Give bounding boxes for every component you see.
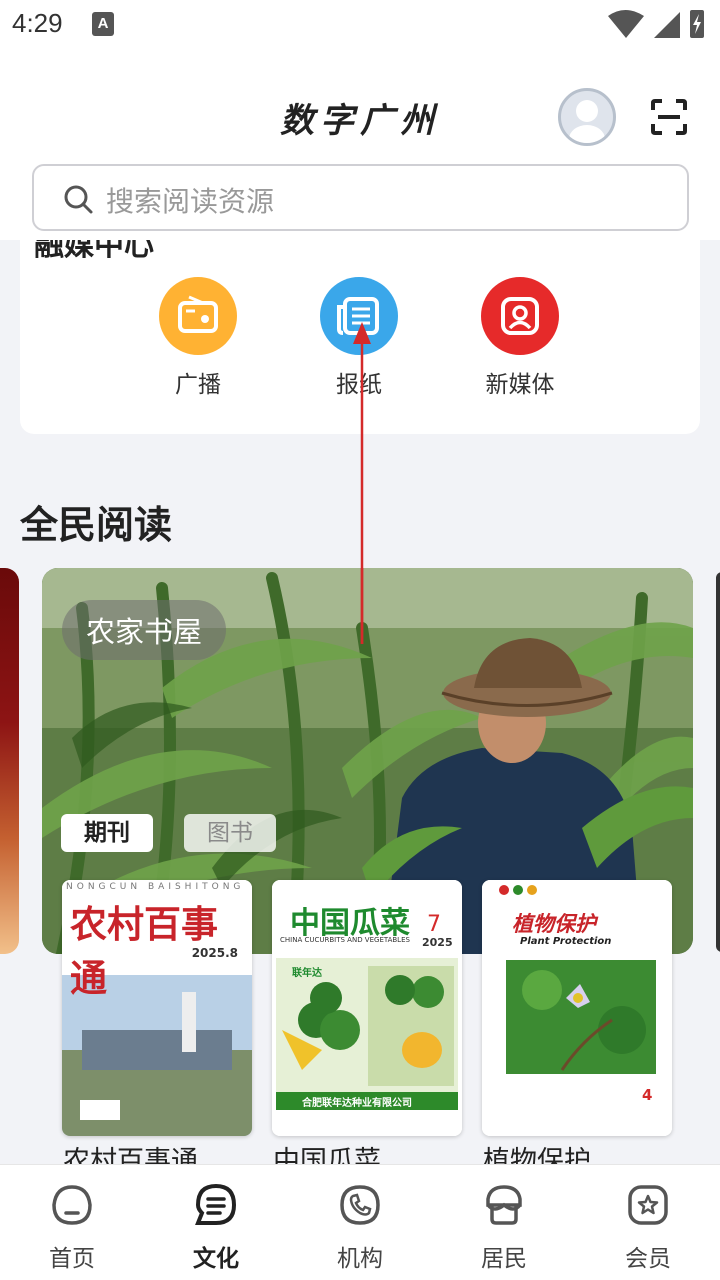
book-cover-issue: 2025.8 — [191, 946, 238, 960]
home-icon — [52, 1185, 92, 1225]
book-cover-issue: 7 — [427, 912, 441, 937]
bottom-nav: 首页 文化 机构 居民 会员 — [0, 1164, 720, 1280]
nav-item-home[interactable]: 首页 — [0, 1165, 144, 1280]
avatar[interactable] — [558, 88, 616, 146]
media-item-label: 广播 — [175, 372, 221, 398]
section-title: 全民阅读 — [20, 503, 173, 547]
radio-icon — [159, 277, 237, 355]
nav-label: 居民 — [481, 1246, 527, 1272]
banner-label: 农家书屋 — [62, 600, 227, 660]
signal-icon — [654, 12, 680, 38]
resident-icon — [486, 1185, 522, 1225]
annotation-arrow — [353, 322, 371, 644]
member-icon — [628, 1185, 668, 1225]
previous-carousel-card[interactable] — [0, 568, 19, 954]
book-cover[interactable]: NONGCUN BAISHITONG 农村百事通 2025.8 — [62, 880, 252, 1136]
status-icons — [608, 10, 704, 38]
nav-label: 会员 — [625, 1246, 671, 1272]
nav-label: 文化 — [193, 1246, 239, 1272]
book-cover-year: 2025 — [422, 936, 453, 949]
phone-icon — [340, 1185, 380, 1225]
nav-item-resident[interactable]: 居民 — [432, 1165, 576, 1280]
tab-books[interactable]: 图书 — [184, 814, 276, 852]
book-cover-issue: 4 — [642, 1086, 653, 1104]
nav-item-culture[interactable]: 文化 — [144, 1165, 288, 1280]
nav-item-institution[interactable]: 机构 — [288, 1165, 432, 1280]
nav-item-member[interactable]: 会员 — [576, 1165, 720, 1280]
status-time: 4:29 — [12, 8, 63, 38]
book-cover-subtitle: CHINA CUCURBITS AND VEGETABLES — [280, 936, 410, 944]
nav-label: 首页 — [49, 1246, 95, 1272]
book-cover-publisher: 合肥联年达种业有限公司 — [302, 1098, 412, 1109]
media-item-new-media[interactable]: 新媒体 — [460, 277, 580, 399]
book-cover-brand: 联年达 — [292, 968, 322, 979]
nav-label: 机构 — [337, 1246, 383, 1272]
wifi-icon — [608, 10, 644, 38]
media-item-radio[interactable]: 广播 — [138, 277, 258, 399]
culture-icon — [195, 1183, 237, 1225]
book-cover-subtitle: NONGCUN BAISHITONG — [66, 882, 245, 892]
user-icon — [569, 100, 605, 143]
tab-periodicals[interactable]: 期刊 — [61, 814, 153, 852]
status-bar: 4:29 A — [0, 0, 720, 48]
media-card-title: 融媒中心 — [34, 240, 154, 263]
notification-icon: A — [92, 12, 114, 36]
book-cover-title: 植物保护 — [512, 911, 596, 936]
scan-icon[interactable] — [650, 98, 688, 136]
book-cover-subtitle: Plant Protection — [520, 936, 612, 947]
search-input[interactable]: 搜索阅读资源 — [32, 164, 689, 231]
new-media-icon — [481, 277, 559, 355]
media-item-label: 新媒体 — [485, 372, 555, 398]
book-cover[interactable]: 中国瓜菜 CHINA CUCURBITS AND VEGETABLES 7 20… — [272, 880, 462, 1136]
search-placeholder: 搜索阅读资源 — [106, 185, 275, 218]
next-carousel-card[interactable] — [716, 572, 720, 952]
header: 数字广州 搜索阅读资源 — [0, 48, 720, 240]
search-icon — [64, 185, 93, 214]
book-cover[interactable]: 植物保护 Plant Protection 4 — [482, 880, 672, 1136]
